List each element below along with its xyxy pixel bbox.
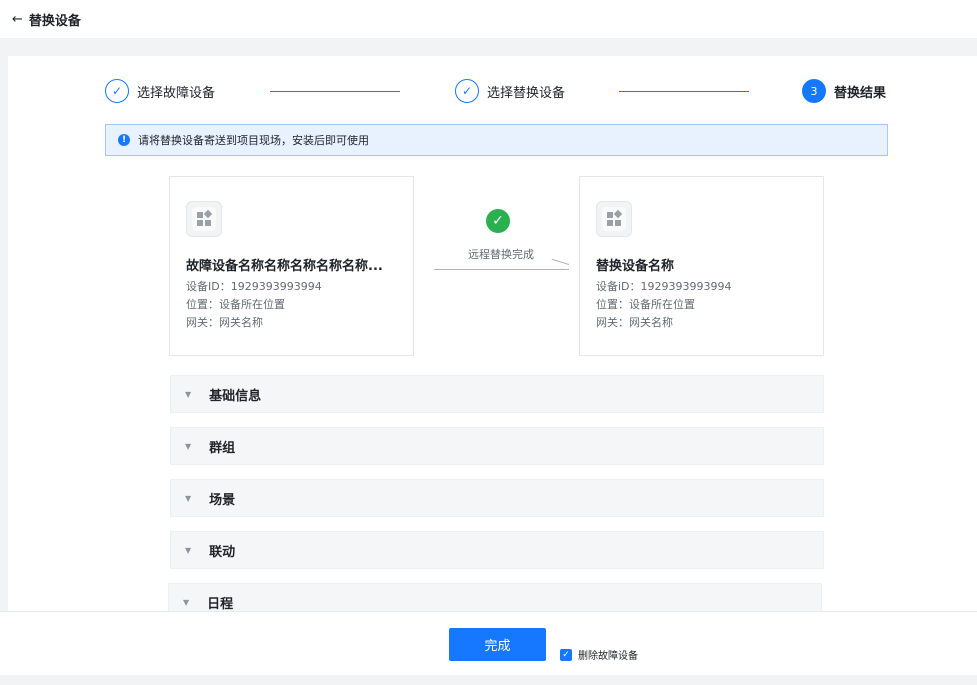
replacement-device-card: 替换设备名称 设备iD：1929393993994 位置：设备所在位置 网关：网… — [579, 176, 824, 356]
section-scenes[interactable]: ▼ 场景 — [170, 479, 824, 517]
replacement-device-name: 替换设备名称 — [596, 259, 675, 274]
top-bar: ← 替换设备 — [0, 0, 977, 38]
main-card: ✓ 选择故障设备 ✓ 选择替换设备 3 替换结果 ! 请将替换设备寄送到项目现场… — [8, 56, 977, 611]
footer-strip — [0, 675, 977, 685]
replacement-device-gateway: 网关：网关名称 — [596, 316, 673, 329]
done-button[interactable]: 完成 — [449, 628, 546, 661]
section-schedule[interactable]: ▼ 日程 — [168, 583, 822, 611]
step-number-badge: 3 — [802, 79, 826, 103]
step-select-replacement: ✓ 选择替换设备 — [455, 76, 565, 106]
section-label: 基础信息 — [209, 388, 262, 404]
section-groups[interactable]: ▼ 群组 — [170, 427, 824, 465]
faulty-device-name: 故障设备名称名称名称名称名称... — [186, 259, 383, 274]
stepper: ✓ 选择故障设备 ✓ 选择替换设备 3 替换结果 — [105, 76, 888, 106]
replace-status: ✓ 远程替换完成 — [426, 206, 576, 276]
caret-down-icon: ▼ — [183, 597, 190, 607]
notice-banner: ! 请将替换设备寄送到项目现场，安装后即可使用 — [105, 124, 888, 156]
faulty-device-gateway: 网关：网关名称 — [186, 316, 263, 329]
section-linkage[interactable]: ▼ 联动 — [170, 531, 824, 569]
faulty-device-location: 位置：设备所在位置 — [186, 298, 285, 311]
section-label: 场景 — [209, 492, 236, 508]
caret-down-icon: ▼ — [185, 493, 192, 503]
arrow-line — [434, 269, 569, 270]
step-result: 3 替换结果 — [802, 76, 886, 106]
step-label: 选择故障设备 — [137, 85, 216, 101]
bottom-action-bar: 完成 ✓ 删除故障设备 — [0, 611, 977, 675]
step-label: 替换结果 — [834, 85, 887, 101]
check-icon: ✓ — [105, 79, 129, 103]
checkbox-checked-icon[interactable]: ✓ — [560, 648, 572, 661]
notice-text: 请将替换设备寄送到项目现场，安装后即可使用 — [138, 134, 369, 147]
step-label: 选择替换设备 — [487, 85, 566, 101]
caret-down-icon: ▼ — [185, 389, 192, 399]
faulty-device-card: 故障设备名称名称名称名称名称... 设备ID：1929393993994 位置：… — [169, 176, 414, 356]
replacement-device-id: 设备iD：1929393993994 — [596, 280, 732, 293]
section-basic-info[interactable]: ▼ 基础信息 — [170, 375, 824, 413]
step-connector — [619, 91, 749, 92]
delete-faulty-checkbox[interactable]: ✓ 删除故障设备 — [560, 647, 638, 662]
device-icon — [596, 201, 632, 237]
step-connector — [270, 91, 400, 92]
section-label: 联动 — [209, 544, 236, 560]
device-icon — [186, 201, 222, 237]
replacement-device-location: 位置：设备所在位置 — [596, 298, 695, 311]
checkbox-label: 删除故障设备 — [578, 651, 638, 662]
info-icon: ! — [118, 134, 130, 146]
page-title: 替换设备 — [28, 13, 81, 29]
arrow-left-icon[interactable]: ← — [12, 12, 23, 27]
section-label: 群组 — [209, 440, 236, 456]
step-select-faulty: ✓ 选择故障设备 — [105, 76, 215, 106]
faulty-device-id: 设备ID：1929393993994 — [186, 280, 322, 293]
check-circle-icon: ✓ — [486, 209, 510, 233]
check-icon: ✓ — [455, 79, 479, 103]
caret-down-icon: ▼ — [185, 545, 192, 555]
section-label: 日程 — [207, 596, 234, 612]
caret-down-icon: ▼ — [185, 441, 192, 451]
